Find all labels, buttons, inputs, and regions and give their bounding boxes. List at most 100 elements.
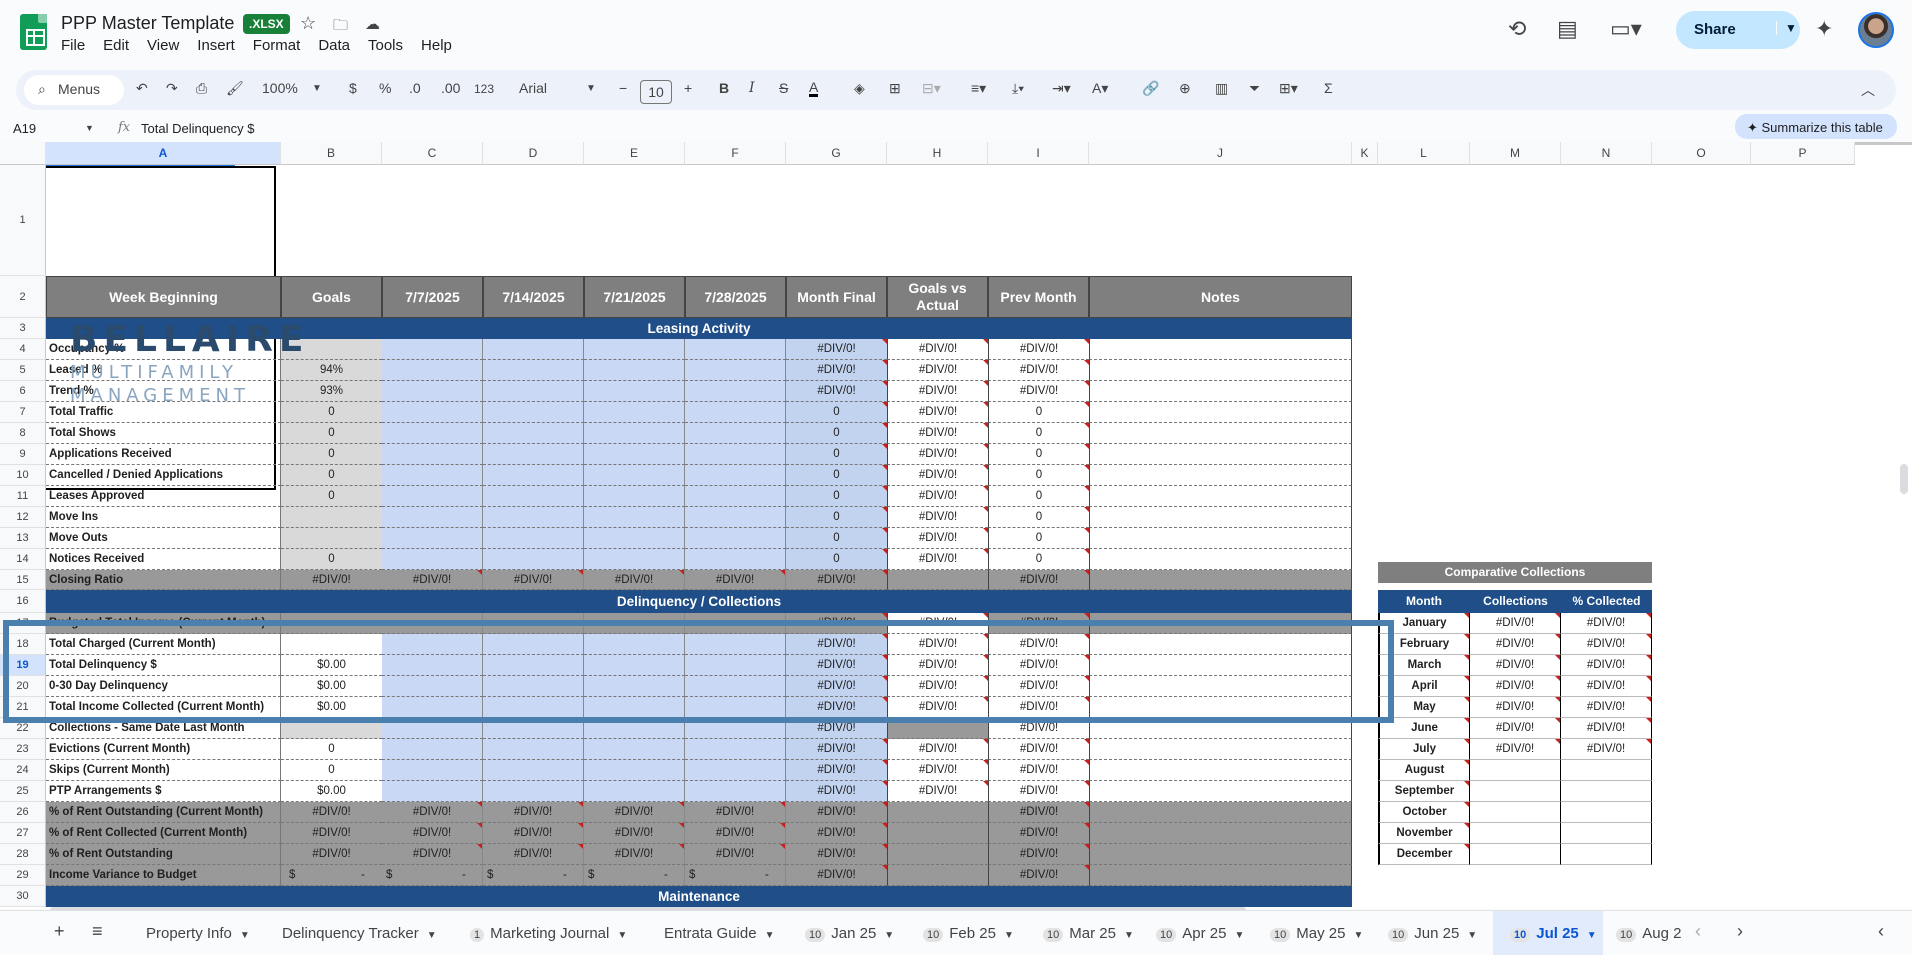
week-cell[interactable] bbox=[685, 360, 786, 381]
star-icon[interactable]: ☆ bbox=[300, 13, 316, 34]
week-cell[interactable]: #DIV/0! bbox=[584, 823, 685, 844]
spreadsheet-grid[interactable]: ABCDEFGHIJKLMNOP 1 2 3 4 5 6 7 8 9 10 11 12 13 14 15 16… bbox=[0, 142, 1912, 909]
week-cell[interactable] bbox=[685, 528, 786, 549]
week-cell[interactable] bbox=[584, 781, 685, 802]
share-dropdown-icon[interactable]: ▼ bbox=[1776, 21, 1797, 35]
week-cell[interactable]: #DIV/0! bbox=[382, 802, 483, 823]
notes-cell[interactable] bbox=[1089, 528, 1352, 549]
goal-cell[interactable]: 0 bbox=[281, 760, 382, 781]
week-cell[interactable] bbox=[483, 718, 584, 739]
goal-cell[interactable]: 0 bbox=[281, 549, 382, 570]
tab-menu-icon[interactable]: ▼ bbox=[617, 930, 627, 941]
column-header-a[interactable]: A bbox=[46, 142, 281, 165]
notes-cell[interactable] bbox=[1089, 676, 1352, 697]
week-cell[interactable] bbox=[382, 444, 483, 465]
notes-cell[interactable] bbox=[1089, 865, 1352, 886]
week-cell[interactable] bbox=[483, 760, 584, 781]
sheet-tab-entrata-guide[interactable]: Entrata Guide ▼ bbox=[664, 925, 774, 942]
week-cell[interactable] bbox=[584, 381, 685, 402]
week-cell[interactable] bbox=[584, 528, 685, 549]
zoom-select[interactable]: 100% bbox=[262, 80, 298, 96]
column-header-g[interactable]: G bbox=[786, 142, 887, 165]
column-header-l[interactable]: L bbox=[1378, 142, 1470, 165]
insert-comment-icon[interactable]: ⊕ bbox=[1179, 80, 1191, 97]
week-cell[interactable]: #DIV/0! bbox=[382, 570, 483, 590]
sheet-tab-marketing-journal[interactable]: 1 Marketing Journal ▼ bbox=[470, 925, 627, 942]
percent-format-button[interactable]: % bbox=[379, 80, 391, 96]
font-size-increase-icon[interactable]: + bbox=[684, 80, 692, 96]
notes-cell[interactable] bbox=[1089, 802, 1352, 823]
week-cell[interactable] bbox=[483, 381, 584, 402]
row-header-19[interactable]: 19 bbox=[0, 655, 46, 676]
week-cell[interactable]: #DIV/0! bbox=[685, 570, 786, 590]
goal-cell[interactable]: #DIV/0! bbox=[281, 823, 382, 844]
row-header-11[interactable]: 11 bbox=[0, 486, 46, 507]
row-header-13[interactable]: 13 bbox=[0, 528, 46, 549]
row-header-9[interactable]: 9 bbox=[0, 444, 46, 465]
week-cell[interactable]: #DIV/0! bbox=[685, 844, 786, 865]
column-header-k[interactable]: K bbox=[1352, 142, 1378, 165]
notes-cell[interactable] bbox=[1089, 339, 1352, 360]
week-cell[interactable] bbox=[584, 718, 685, 739]
goal-cell[interactable]: #DIV/0! bbox=[281, 844, 382, 865]
italic-icon[interactable]: I bbox=[749, 80, 755, 96]
decrease-decimal-button[interactable]: .0 bbox=[409, 80, 421, 96]
functions-icon[interactable]: Σ bbox=[1324, 80, 1333, 96]
sheet-tab-apr-25[interactable]: 10 Apr 25 ▼ bbox=[1156, 925, 1244, 942]
tab-menu-icon[interactable]: ▼ bbox=[765, 930, 775, 941]
text-wrap-icon[interactable]: ⇥▾ bbox=[1052, 80, 1071, 97]
bold-icon[interactable]: B bbox=[719, 80, 729, 96]
avatar[interactable] bbox=[1858, 12, 1894, 48]
week-cell[interactable] bbox=[584, 697, 685, 718]
row-header-26[interactable]: 26 bbox=[0, 802, 46, 823]
week-cell[interactable] bbox=[584, 613, 685, 634]
week-cell[interactable] bbox=[483, 465, 584, 486]
row-header-20[interactable]: 20 bbox=[0, 676, 46, 697]
week-cell[interactable] bbox=[584, 739, 685, 760]
notes-cell[interactable] bbox=[1089, 444, 1352, 465]
week-cell[interactable] bbox=[685, 549, 786, 570]
week-cell[interactable] bbox=[584, 486, 685, 507]
week-cell[interactable] bbox=[685, 760, 786, 781]
column-header-d[interactable]: D bbox=[483, 142, 584, 165]
goal-cell[interactable]: 0 bbox=[281, 739, 382, 760]
insert-link-icon[interactable]: 🔗 bbox=[1142, 80, 1159, 97]
week-cell[interactable] bbox=[483, 613, 584, 634]
row-header-25[interactable]: 25 bbox=[0, 781, 46, 802]
notes-cell[interactable] bbox=[1089, 634, 1352, 655]
week-cell[interactable]: #DIV/0! bbox=[483, 823, 584, 844]
goal-cell[interactable] bbox=[281, 718, 382, 739]
week-cell[interactable] bbox=[382, 339, 483, 360]
week-cell[interactable] bbox=[483, 528, 584, 549]
notes-cell[interactable] bbox=[1089, 760, 1352, 781]
row-header-5[interactable]: 5 bbox=[0, 360, 46, 381]
sheet-tab-jun-25[interactable]: 10 Jun 25 ▼ bbox=[1388, 925, 1477, 942]
week-cell[interactable] bbox=[584, 360, 685, 381]
menu-file[interactable]: File bbox=[61, 37, 85, 54]
week-cell[interactable]: #DIV/0! bbox=[382, 823, 483, 844]
column-header-e[interactable]: E bbox=[584, 142, 685, 165]
week-cell[interactable] bbox=[382, 423, 483, 444]
column-header-b[interactable]: B bbox=[281, 142, 382, 165]
week-cell[interactable] bbox=[685, 339, 786, 360]
sheet-tab-feb-25[interactable]: 10 Feb 25 ▼ bbox=[923, 925, 1014, 942]
notes-cell[interactable] bbox=[1089, 507, 1352, 528]
week-cell[interactable] bbox=[584, 634, 685, 655]
row-header-1[interactable]: 1 bbox=[0, 165, 46, 276]
row-header-29[interactable]: 29 bbox=[0, 865, 46, 886]
column-header-h[interactable]: H bbox=[887, 142, 988, 165]
notes-cell[interactable] bbox=[1089, 423, 1352, 444]
week-cell[interactable] bbox=[483, 507, 584, 528]
row-header-16[interactable]: 16 bbox=[0, 590, 46, 613]
side-panel-toggle-icon[interactable]: ‹ bbox=[1878, 921, 1884, 942]
column-header-c[interactable]: C bbox=[382, 142, 483, 165]
menu-edit[interactable]: Edit bbox=[103, 37, 129, 54]
notes-cell[interactable] bbox=[1089, 655, 1352, 676]
menu-view[interactable]: View bbox=[147, 37, 179, 54]
week-cell[interactable] bbox=[483, 360, 584, 381]
week-cell[interactable] bbox=[382, 613, 483, 634]
week-cell[interactable] bbox=[685, 423, 786, 444]
goal-cell[interactable]: 0 bbox=[281, 486, 382, 507]
column-header-o[interactable]: O bbox=[1652, 142, 1751, 165]
paint-format-icon[interactable]: 🖌 bbox=[226, 80, 244, 97]
